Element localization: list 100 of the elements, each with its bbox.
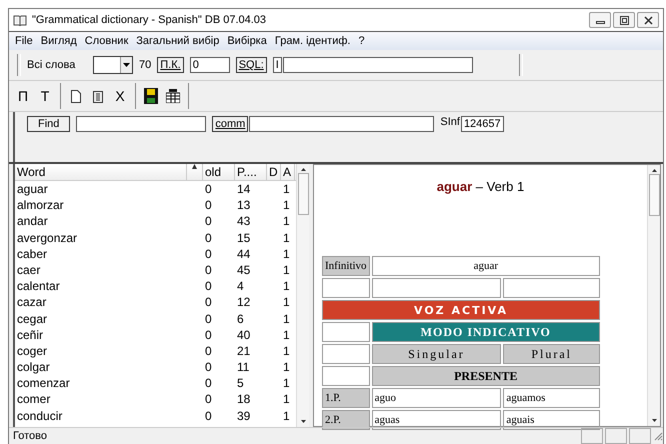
column-header[interactable]: A <box>281 164 295 180</box>
column-header[interactable]: P.... <box>235 164 267 180</box>
comment-field[interactable] <box>249 116 434 132</box>
pk-field[interactable]: 0 <box>190 57 230 73</box>
menu-item[interactable]: Вибірка <box>227 35 267 47</box>
table-cell-text: 1 <box>282 230 291 246</box>
table-cell-text: 1 <box>282 326 291 343</box>
pk-button[interactable]: П.К. <box>157 57 184 73</box>
word-cell[interactable]: ceñir <box>15 326 187 343</box>
table-cell-text: 18 <box>236 391 252 408</box>
menu-item[interactable]: Словник <box>84 35 128 47</box>
close-icon <box>644 16 652 24</box>
column-header[interactable]: D <box>267 164 281 180</box>
menu-item[interactable]: Вигляд <box>40 35 77 47</box>
sql-field[interactable] <box>282 57 473 73</box>
word-cell[interactable]: aguar <box>15 181 187 198</box>
vertical-scrollbar[interactable] <box>296 164 309 427</box>
menu-item[interactable]: Загальний вибір <box>136 35 220 47</box>
dropdown-arrow-icon <box>123 63 130 67</box>
table-cell-text: 0 <box>204 213 213 230</box>
part-of-speech: – Verb 1 <box>474 179 524 194</box>
table-cell-text: 0 <box>204 278 213 294</box>
sql-prefix-field[interactable]: I <box>272 57 282 73</box>
table-cell-text: 43 <box>236 213 252 230</box>
find-button[interactable]: Find <box>27 116 70 132</box>
table-cell-text: 0 <box>204 359 213 376</box>
maximize-icon <box>620 16 628 24</box>
table-cell-text: 1 <box>282 278 291 294</box>
table-cell-text: 40 <box>236 326 252 343</box>
table-cell-text: 1 <box>282 391 291 408</box>
table-cell-text: 0 <box>204 310 213 327</box>
table-cell-text: 1 <box>282 294 291 310</box>
menu-item[interactable]: Грам. ідентиф. <box>274 35 350 47</box>
table-cell-text: 1 <box>282 408 291 424</box>
word-cell[interactable]: coger <box>15 342 187 360</box>
scroll-up-icon <box>300 168 306 171</box>
sql-button[interactable]: SQL: <box>236 57 267 73</box>
vertical-scrollbar[interactable] <box>647 165 660 426</box>
word-cell[interactable]: comenzar <box>15 375 187 392</box>
table-cell-text: 15 <box>236 230 252 246</box>
table-cell-text: 0 <box>204 326 213 343</box>
table-cell-text: 1 <box>282 181 291 198</box>
toolbar-button[interactable]: X <box>110 84 130 108</box>
table-cell-text: 0 <box>204 197 213 214</box>
save-icon[interactable] <box>144 88 158 104</box>
word-cell[interactable]: calentar <box>15 278 187 294</box>
maximize-button[interactable] <box>613 12 635 28</box>
word-cell[interactable]: avergonzar <box>15 230 187 246</box>
sort-arrow-icon <box>192 164 197 169</box>
table-cell-text: 6 <box>236 310 245 327</box>
scrollbar-thumb[interactable] <box>298 173 308 215</box>
menu-item[interactable]: ? <box>358 35 365 47</box>
find-field[interactable] <box>76 116 206 132</box>
table-cell-text: 45 <box>236 262 252 278</box>
menu-item[interactable]: File <box>15 35 33 47</box>
grid-icon[interactable] <box>166 89 180 103</box>
window-title: "Grammatical dictionary - Spanish" DB 07.04.03 <box>32 14 268 26</box>
scrollbar-thumb[interactable] <box>648 174 660 216</box>
column-header[interactable]: Word <box>15 164 187 180</box>
table-cell: aguo <box>372 388 502 408</box>
table-cell-text: 0 <box>204 391 213 408</box>
clipboard-icon[interactable] <box>93 90 103 102</box>
row-label: 2.P. <box>322 410 370 430</box>
toolbar-button[interactable]: Т <box>35 84 55 108</box>
filter-dropdown[interactable] <box>93 56 133 74</box>
word-cell[interactable]: almorzar <box>15 197 187 214</box>
sinf-field[interactable]: 124657 <box>460 116 504 132</box>
word-cell[interactable]: andar <box>15 213 187 230</box>
table-cell-text: 5 <box>236 375 245 392</box>
word-cell[interactable]: colgar <box>15 359 187 376</box>
word-cell[interactable]: comer <box>15 391 187 408</box>
table-cell-text: 21 <box>236 342 252 360</box>
word-cell[interactable]: caer <box>15 262 187 278</box>
table-cell-text: 1 <box>282 310 291 327</box>
table-cell-text: 44 <box>236 246 252 262</box>
book-icon <box>13 14 27 26</box>
close-button[interactable] <box>637 12 659 28</box>
filter-label: Всі слова <box>27 59 76 71</box>
table-cell-text: 1 <box>282 342 291 360</box>
headword: aguar <box>436 179 472 194</box>
word-cell[interactable]: cazar <box>15 294 187 310</box>
table-cell-text: 11 <box>236 359 250 376</box>
table-cell-text: 0 <box>204 181 213 198</box>
table-cell-text: 4 <box>236 278 245 294</box>
table-cell-text: 0 <box>204 342 213 360</box>
table-cell-text: 1 <box>282 197 291 214</box>
tense-heading: PRESENTE <box>372 366 600 386</box>
toolbar-button[interactable]: П <box>13 84 33 108</box>
word-cell[interactable]: conducir <box>15 408 187 424</box>
word-cell[interactable]: cegar <box>15 310 187 327</box>
row-label: Infinitivo <box>322 256 370 276</box>
new-document-icon[interactable] <box>71 90 81 102</box>
minimize-button[interactable] <box>589 12 611 28</box>
status-panel <box>581 428 603 444</box>
table-cell-text: 12 <box>236 294 252 310</box>
column-header[interactable]: old <box>203 164 235 180</box>
table-cell-text: 0 <box>204 375 213 392</box>
comm-button[interactable]: comm <box>212 116 248 132</box>
count-label: 70 <box>139 59 152 71</box>
word-cell[interactable]: caber <box>15 246 187 262</box>
